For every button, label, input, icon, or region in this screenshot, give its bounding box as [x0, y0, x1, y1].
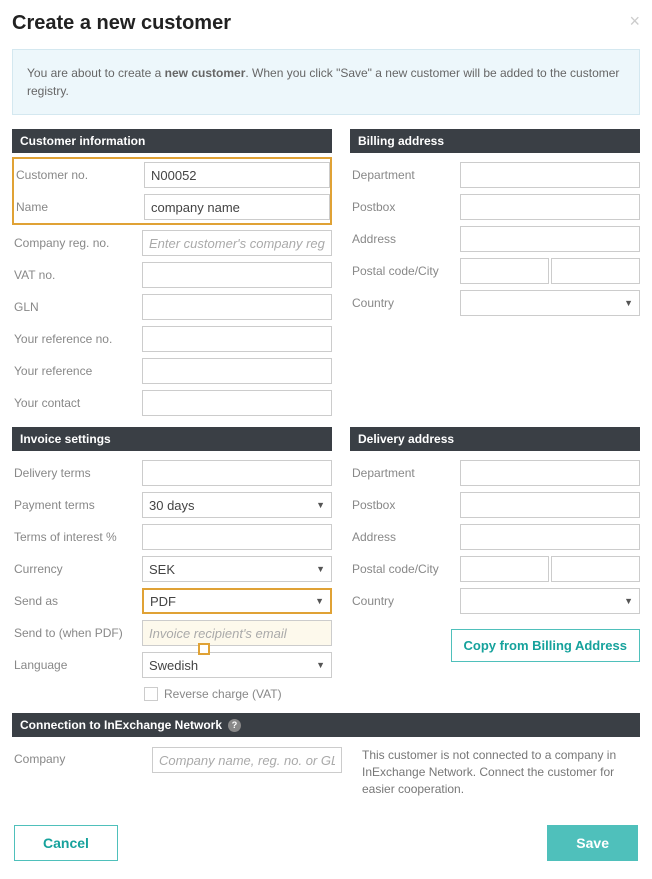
label-delivery-country: Country: [350, 594, 460, 608]
label-send-as: Send as: [12, 594, 142, 608]
section-header-connection-text: Connection to InExchange Network: [20, 718, 222, 732]
input-send-to-email[interactable]: [142, 620, 332, 646]
cancel-button[interactable]: Cancel: [14, 825, 118, 861]
alert-text-prefix: You are about to create a: [27, 66, 165, 80]
section-header-connection: Connection to InExchange Network ?: [12, 713, 640, 737]
label-delivery-department: Department: [350, 466, 460, 480]
label-customer-no: Customer no.: [14, 168, 144, 182]
input-billing-department[interactable]: [460, 162, 640, 188]
section-header-customer-info: Customer information: [12, 129, 332, 153]
label-reverse-charge: Reverse charge (VAT): [164, 687, 282, 701]
connection-help-text: This customer is not connected to a comp…: [352, 747, 640, 797]
input-your-contact[interactable]: [142, 390, 332, 416]
label-your-reference-no: Your reference no.: [12, 332, 142, 346]
select-delivery-country[interactable]: ▼: [460, 588, 640, 614]
select-payment-terms[interactable]: 30 days ▼: [142, 492, 332, 518]
label-gln: GLN: [12, 300, 142, 314]
input-gln[interactable]: [142, 294, 332, 320]
help-icon[interactable]: ?: [228, 719, 241, 732]
close-icon[interactable]: ×: [629, 12, 640, 30]
label-billing-department: Department: [350, 168, 460, 182]
label-billing-postal: Postal code/City: [350, 264, 460, 278]
create-customer-modal: Create a new customer × You are about to…: [0, 0, 652, 879]
select-send-as-value: PDF: [150, 594, 176, 609]
select-payment-terms-value: 30 days: [149, 498, 195, 513]
input-delivery-postal-code[interactable]: [460, 556, 549, 582]
label-company-regno: Company reg. no.: [12, 236, 142, 250]
label-billing-country: Country: [350, 296, 460, 310]
modal-title: Create a new customer: [12, 12, 231, 35]
label-currency: Currency: [12, 562, 142, 576]
chevron-down-icon: ▼: [316, 660, 325, 670]
label-customer-name: Name: [14, 200, 144, 214]
label-delivery-address: Address: [350, 530, 460, 544]
label-your-contact: Your contact: [12, 396, 142, 410]
label-connection-company: Company: [12, 747, 142, 766]
section-header-billing: Billing address: [350, 129, 640, 153]
label-your-reference: Your reference: [12, 364, 142, 378]
label-payment-terms: Payment terms: [12, 498, 142, 512]
checkbox-reverse-charge[interactable]: [144, 687, 158, 701]
chevron-down-icon: ▼: [316, 564, 325, 574]
select-language-value: Swedish: [149, 658, 198, 673]
input-billing-city[interactable]: [551, 258, 640, 284]
input-billing-postbox[interactable]: [460, 194, 640, 220]
label-language: Language: [12, 658, 142, 672]
input-your-reference[interactable]: [142, 358, 332, 384]
label-delivery-postbox: Postbox: [350, 498, 460, 512]
save-button[interactable]: Save: [547, 825, 638, 861]
input-delivery-postbox[interactable]: [460, 492, 640, 518]
input-your-reference-no[interactable]: [142, 326, 332, 352]
copy-from-billing-button[interactable]: Copy from Billing Address: [451, 629, 640, 662]
select-currency[interactable]: SEK ▼: [142, 556, 332, 582]
input-customer-name[interactable]: [144, 194, 330, 220]
input-billing-address[interactable]: [460, 226, 640, 252]
info-alert: You are about to create a new customer. …: [12, 49, 640, 115]
select-billing-country[interactable]: ▼: [460, 290, 640, 316]
select-language[interactable]: Swedish ▼: [142, 652, 332, 678]
input-delivery-terms[interactable]: [142, 460, 332, 486]
chevron-down-icon: ▼: [315, 596, 324, 606]
input-billing-postal-code[interactable]: [460, 258, 549, 284]
modal-header: Create a new customer ×: [12, 12, 640, 49]
input-delivery-department[interactable]: [460, 460, 640, 486]
label-billing-postbox: Postbox: [350, 200, 460, 214]
input-company-regno[interactable]: [142, 230, 332, 256]
input-vat-no[interactable]: [142, 262, 332, 288]
select-currency-value: SEK: [149, 562, 175, 577]
modal-footer: Cancel Save: [12, 825, 640, 861]
input-delivery-address[interactable]: [460, 524, 640, 550]
section-header-delivery: Delivery address: [350, 427, 640, 451]
label-vat-no: VAT no.: [12, 268, 142, 282]
label-send-to: Send to (when PDF): [12, 626, 142, 640]
chevron-down-icon: ▼: [624, 596, 633, 606]
label-delivery-terms: Delivery terms: [12, 466, 142, 480]
select-send-as[interactable]: PDF ▼: [142, 588, 332, 614]
input-delivery-city[interactable]: [551, 556, 640, 582]
chevron-down-icon: ▼: [316, 500, 325, 510]
section-header-invoice: Invoice settings: [12, 427, 332, 451]
highlight-customer-name-group: Customer no. Name: [12, 157, 332, 225]
alert-text-bold: new customer: [165, 66, 246, 80]
input-terms-interest[interactable]: [142, 524, 332, 550]
input-customer-no[interactable]: [144, 162, 330, 188]
label-billing-address: Address: [350, 232, 460, 246]
label-terms-interest: Terms of interest %: [12, 530, 142, 544]
chevron-down-icon: ▼: [624, 298, 633, 308]
label-delivery-postal: Postal code/City: [350, 562, 460, 576]
input-connection-company[interactable]: [152, 747, 342, 773]
